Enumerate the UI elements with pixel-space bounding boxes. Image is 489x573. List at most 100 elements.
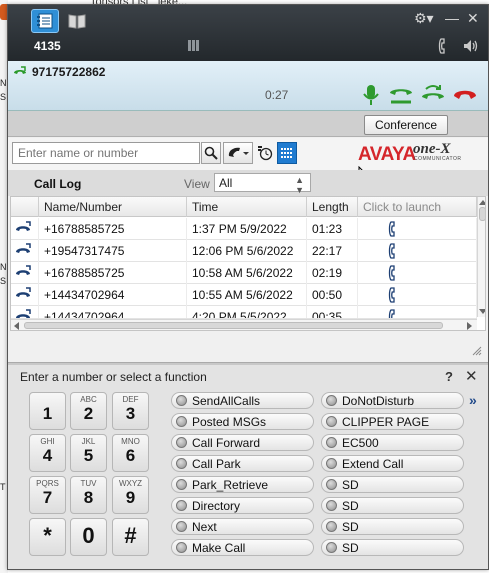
call-number: 97175722862 [32, 65, 106, 79]
launch-call-handset-icon[interactable] [358, 218, 477, 240]
launch-call-handset-icon[interactable] [358, 284, 477, 306]
row-time: 1:37 PM 5/9/2022 [187, 218, 307, 240]
row-length: 02:19 [307, 262, 358, 284]
fn-park-retrieve[interactable]: Park_Retrieve [171, 476, 314, 493]
settings-gear-icon[interactable]: ⚙▾ [414, 11, 434, 25]
help-button[interactable]: ? [445, 369, 453, 384]
scroll-left-arrow-icon[interactable] [13, 322, 19, 330]
fn-call-park[interactable]: Call Park [171, 455, 314, 472]
fn-make-call[interactable]: Make Call [171, 539, 314, 556]
close-dialpad-button[interactable]: ✕ [465, 367, 478, 385]
call-timer: 0:27 [265, 88, 289, 102]
fn-extend-call[interactable]: Extend Call [321, 455, 464, 472]
fn-do-not-disturb[interactable]: DoNotDisturb [321, 392, 464, 409]
dialpad-prompt: Enter a number or select a function [20, 370, 207, 384]
key-1[interactable]: 1 [29, 392, 66, 430]
transfer-icon[interactable] [420, 83, 446, 107]
column-header-launch[interactable]: Click to launch [358, 197, 477, 217]
key-7[interactable]: PQRS 7 [29, 476, 66, 514]
book-icon [68, 14, 86, 29]
launch-call-handset-icon[interactable] [358, 262, 477, 284]
vertical-scrollbar[interactable] [477, 197, 486, 317]
status-lamp-icon [326, 437, 337, 448]
dialpad-panel: Enter a number or select a function ? ✕ … [8, 365, 488, 569]
close-window-button[interactable]: ✕ [467, 11, 479, 25]
row-length: 00:35 [307, 306, 358, 318]
fn-call-forward[interactable]: Call Forward [171, 434, 314, 451]
row-number: +14434702964 [39, 306, 187, 318]
table-row[interactable]: +16788585725 10:58 AM 5/6/2022 02:19 [11, 262, 477, 284]
microphone-icon[interactable] [360, 83, 382, 107]
contacts-tab[interactable] [63, 9, 91, 33]
outgoing-call-icon [11, 262, 39, 284]
key-4[interactable]: GHI 4 [29, 434, 66, 472]
table-row[interactable]: +14434702964 4:20 PM 5/5/2022 00:35 [11, 306, 477, 319]
conference-button[interactable]: Conference [364, 115, 448, 135]
launch-call-handset-icon[interactable] [358, 306, 477, 318]
extension-number: 4135 [34, 39, 61, 53]
key-star[interactable]: * [29, 518, 66, 556]
keypad-icon [280, 147, 294, 159]
hold-icon[interactable] [388, 83, 414, 107]
minimize-button[interactable]: — [445, 11, 459, 25]
column-header-name[interactable]: Name/Number [39, 197, 187, 217]
scroll-up-arrow-icon[interactable] [479, 199, 486, 205]
table-row[interactable]: +19547317475 12:06 PM 5/6/2022 22:17 [11, 240, 477, 262]
column-header-length[interactable]: Length [307, 197, 358, 217]
hangup-icon[interactable] [452, 83, 478, 107]
call-log-table: Name/Number Time Length Click to launch … [10, 196, 486, 331]
fn-ec500[interactable]: EC500 [321, 434, 464, 451]
key-0[interactable]: 0 [70, 518, 107, 556]
horizontal-scrollbar[interactable] [11, 319, 477, 330]
fn-speed-dial[interactable]: SD [321, 476, 464, 493]
fn-next[interactable]: Next [171, 518, 314, 535]
search-icon [204, 146, 218, 160]
search-button[interactable] [201, 142, 221, 164]
fn-posted-msgs[interactable]: Posted MSGs [171, 413, 314, 430]
table-row[interactable]: +14434702964 10:55 AM 5/6/2022 00:50 [11, 284, 477, 306]
call-action-buttons [360, 83, 478, 107]
fn-speed-dial[interactable]: SD [321, 539, 464, 556]
call-log-header: Call Log View All ▲ ▼ [8, 170, 488, 196]
fn-speed-dial[interactable]: SD [321, 518, 464, 535]
status-lamp-icon [176, 437, 187, 448]
fn-clipper-page[interactable]: CLIPPER PAGE [321, 413, 464, 430]
key-2[interactable]: ABC 2 [70, 392, 107, 430]
key-hash[interactable]: # [112, 518, 149, 556]
horizontal-scroll-thumb[interactable] [24, 322, 443, 329]
key-6[interactable]: MNO 6 [112, 434, 149, 472]
table-row[interactable]: +16788585725 1:37 PM 5/9/2022 01:23 [11, 218, 477, 240]
row-length: 22:17 [307, 240, 358, 262]
row-number: +16788585725 [39, 262, 187, 284]
handset-icon[interactable] [438, 38, 450, 54]
call-log-tab[interactable] [31, 9, 59, 33]
conference-toolbar: Conference [8, 111, 488, 137]
vertical-scroll-thumb[interactable] [479, 207, 485, 221]
column-header-time[interactable]: Time [187, 197, 307, 217]
fn-speed-dial[interactable]: SD [321, 497, 464, 514]
search-input[interactable] [12, 142, 200, 164]
scroll-right-arrow-icon[interactable] [467, 322, 473, 330]
onex-logo-subtitle: COMMUNICATOR [414, 156, 462, 162]
active-call-panel: 97175722862 0:27 [8, 61, 488, 111]
fn-directory[interactable]: Directory [171, 497, 314, 514]
more-functions-arrow-icon[interactable]: » [469, 392, 477, 408]
resize-grip-icon[interactable] [472, 346, 482, 356]
speaker-volume-icon[interactable] [462, 38, 480, 54]
log-empty-area [8, 332, 488, 362]
row-length: 01:23 [307, 218, 358, 240]
key-5[interactable]: JKL 5 [70, 434, 107, 472]
fn-send-all-calls[interactable]: SendAllCalls [171, 392, 314, 409]
status-lamp-icon [326, 458, 337, 469]
key-8[interactable]: TUV 8 [70, 476, 107, 514]
launch-call-handset-icon[interactable] [358, 240, 477, 262]
dialpad-toggle-button[interactable] [277, 142, 297, 164]
active-call-phone-icon [14, 66, 26, 74]
dial-dropdown-button[interactable] [223, 142, 253, 164]
key-3[interactable]: DEF 3 [112, 392, 149, 430]
history-button[interactable] [255, 142, 275, 164]
key-9[interactable]: WXYZ 9 [112, 476, 149, 514]
scroll-down-arrow-icon[interactable] [479, 309, 486, 315]
view-filter-select[interactable]: All ▲ ▼ [214, 173, 311, 195]
row-time: 4:20 PM 5/5/2022 [187, 306, 307, 318]
